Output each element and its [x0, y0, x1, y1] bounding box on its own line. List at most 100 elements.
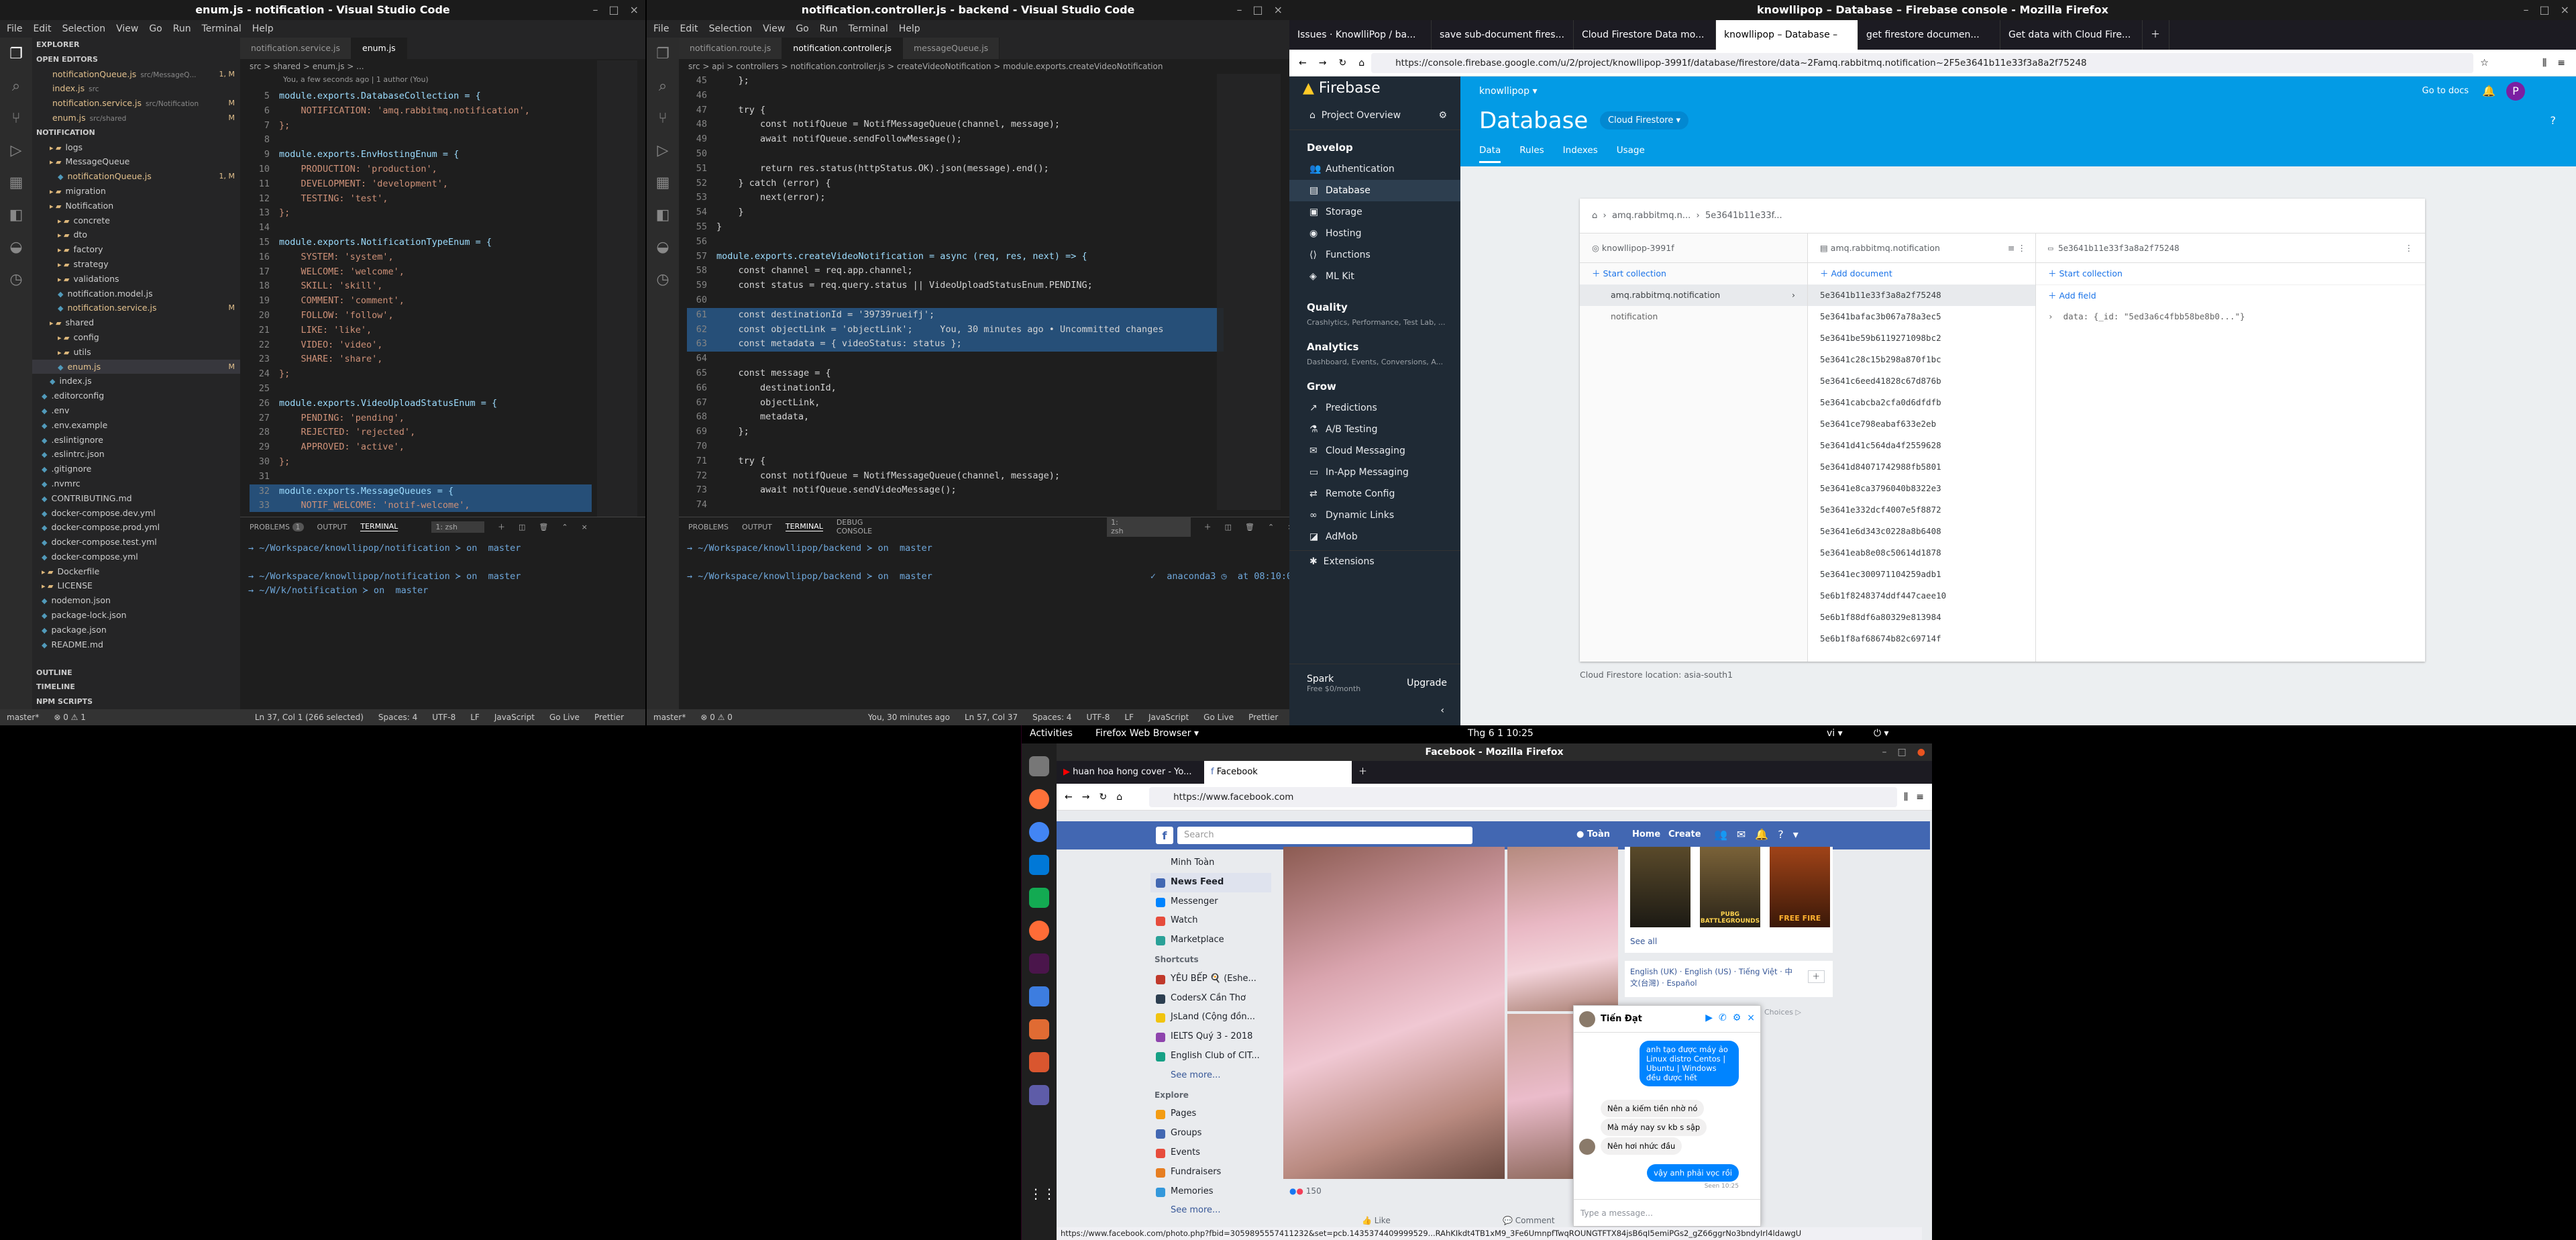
file-tree-item[interactable]: ▸ ▰ utils — [32, 345, 240, 360]
trash-icon[interactable]: 🗑 — [1245, 523, 1254, 531]
terminal-select[interactable]: 1: zsh — [431, 521, 485, 533]
add-terminal-icon[interactable]: ＋ — [498, 521, 505, 532]
open-editor-item[interactable]: notificationQueue.js src/MessageQ... 1, M — [32, 67, 240, 82]
slack-dock-icon[interactable] — [1029, 953, 1049, 974]
file-tree-item[interactable]: ▸ ▰ LICENSE — [32, 578, 240, 593]
app-menu[interactable]: Firefox Web Browser ▾ — [1095, 728, 1199, 739]
home-icon[interactable]: ⌂ — [1592, 211, 1597, 221]
add-terminal-icon[interactable]: ＋ — [1204, 521, 1212, 532]
document-item[interactable]: 5e3641cabcba2cfa0d6dfdfb — [1808, 392, 2035, 413]
language-links[interactable]: English (UK) · English (US) · Tiếng Việt… — [1630, 966, 1798, 989]
menu-help[interactable]: Help — [252, 23, 274, 34]
file-tree-item[interactable]: ▸ ▰ Notification — [32, 199, 240, 213]
left-nav-item[interactable]: Marketplace — [1150, 931, 1271, 950]
document-item[interactable]: 5e3641eab8e08c50614d1878 — [1808, 542, 2035, 564]
menu-terminal[interactable]: Terminal — [849, 23, 888, 34]
game-tile[interactable] — [1630, 847, 1690, 927]
tab-message-queue[interactable]: messageQueue.js — [902, 38, 1000, 59]
nav-project-overview[interactable]: ⌂ Project Overview ⚙ — [1289, 101, 1460, 130]
file-tree-item[interactable]: ◆ enum.js M — [32, 359, 240, 374]
language-indicator[interactable]: vi ▾ — [1827, 728, 1843, 739]
nav-dynamic-links[interactable]: ∞ Dynamic Links — [1289, 505, 1460, 526]
reload-icon[interactable]: ↻ — [1338, 58, 1346, 68]
section-analytics[interactable]: Analytics — [1289, 336, 1460, 358]
window-titlebar[interactable]: knowllipop – Database – Firebase console… — [1289, 0, 2576, 20]
file-tree-item[interactable]: ◆ docker-compose.test.yml — [32, 535, 240, 550]
chrome-dock-icon[interactable] — [1029, 822, 1049, 842]
search-icon[interactable]: ⌕ — [0, 70, 32, 102]
shortcut-item[interactable]: YÊU BẾP 🍳 (Eshe... — [1150, 970, 1271, 989]
collection-item[interactable]: notification — [1580, 306, 1807, 327]
panel-tab-terminal[interactable]: TERMINAL — [785, 522, 823, 531]
file-tree-item[interactable]: ◆ notification.model.js — [32, 287, 240, 301]
remote-icon[interactable]: ◧ — [647, 199, 679, 231]
left-nav-item[interactable]: Watch — [1150, 911, 1271, 931]
filter-icon[interactable]: ≡ ⋮ — [2008, 234, 2026, 263]
avatar[interactable]: P — [2506, 82, 2525, 101]
nav-extensions[interactable]: ✱ Extensions — [1289, 550, 1460, 572]
section-quality[interactable]: Quality — [1289, 297, 1460, 318]
video-call-icon[interactable]: ▶ — [1705, 1013, 1713, 1023]
close-icon[interactable]: × — [1274, 0, 1283, 20]
menu-edit[interactable]: Edit — [680, 23, 698, 34]
npm-scripts-section[interactable]: NPM SCRIPTS — [32, 694, 240, 709]
status-encoding[interactable]: UTF-8 — [432, 713, 455, 722]
expand-arrow-icon[interactable]: › — [2048, 311, 2053, 321]
collapse-sidebar-icon[interactable]: ‹ — [1440, 705, 1444, 716]
path-segment[interactable]: amq.rabbitmq.n... — [1612, 211, 1690, 221]
document-item[interactable]: 5e3641e8ca3796040b8322e3 — [1808, 478, 2035, 499]
menu-help[interactable]: Help — [899, 23, 920, 34]
notifications-icon[interactable]: 🔔 — [1755, 828, 1768, 841]
file-tree-item[interactable]: ◆ docker-compose.dev.yml — [32, 506, 240, 521]
help-icon[interactable]: ? — [2551, 114, 2557, 127]
status-golive[interactable]: Go Live — [549, 713, 580, 722]
document-item[interactable]: 5e3641d84071742988fb5801 — [1808, 456, 2035, 478]
new-tab-button[interactable]: ＋ — [2143, 20, 2169, 50]
breadcrumb[interactable]: src > api > controllers > notification.c… — [679, 59, 1283, 74]
tab-notification-route[interactable]: notification.route.js — [679, 38, 783, 59]
maximize-panel-icon[interactable]: ⌃ — [561, 523, 568, 531]
firefox-dock-icon[interactable] — [1029, 789, 1049, 809]
game-tile-freefire[interactable]: FREE FIRE — [1770, 847, 1830, 927]
see-more-link[interactable]: See more... — [1150, 1201, 1271, 1221]
post-photo-side-top[interactable] — [1507, 847, 1618, 1011]
document-field[interactable]: › data: {_id: "5ed3a6c4fbb58be8b0..."} — [2036, 306, 2425, 327]
file-tree-item[interactable]: ▸ ▰ MessageQueue — [32, 154, 240, 169]
menu-selection[interactable]: Selection — [709, 23, 753, 34]
browser-tab[interactable]: Issues · KnowlliPop / ba... — [1289, 20, 1432, 50]
status-indent[interactable]: Spaces: 4 — [1032, 713, 1071, 722]
file-tree-item[interactable]: ▸ ▰ migration — [32, 184, 240, 199]
help-icon[interactable]: ? — [1778, 828, 1784, 841]
left-nav-profile[interactable]: Minh Toàn — [1150, 854, 1271, 873]
menu-go[interactable]: Go — [149, 23, 162, 34]
section-grow[interactable]: Grow — [1289, 376, 1460, 397]
status-cursor[interactable]: Ln 57, Col 37 — [965, 713, 1018, 722]
source-control-icon[interactable]: ⑂ — [647, 102, 679, 134]
file-tree-item[interactable]: ◆ README.md — [32, 637, 240, 652]
home-icon[interactable]: ⌂ — [1358, 58, 1364, 68]
browser-tab[interactable]: Cloud Firestore Data mo... — [1574, 20, 1716, 50]
settings-gear-icon[interactable]: ⚙ — [1733, 1013, 1741, 1023]
tab-notification-service[interactable]: notification.service.js — [240, 38, 352, 59]
post-photo-main[interactable] — [1283, 847, 1505, 1179]
dock-app-icon[interactable] — [1029, 756, 1049, 776]
app-dock-icon[interactable] — [1029, 1085, 1049, 1105]
status-eol[interactable]: LF — [1124, 713, 1134, 722]
menu-view[interactable]: View — [116, 23, 138, 34]
nav-functions[interactable]: ⟨⟩ Functions — [1289, 244, 1460, 266]
maximize-icon[interactable]: □ — [1252, 0, 1263, 20]
window-titlebar[interactable]: Facebook - Mozilla Firefox – □ ● — [1057, 743, 1932, 761]
browser-tab[interactable]: ▶ huan hoa hong cover - Yo... — [1057, 761, 1204, 784]
file-tree-item[interactable]: ▸ ▰ config — [32, 330, 240, 345]
file-tree-item[interactable]: ◆ package.json — [32, 623, 240, 637]
remote-icon[interactable]: ◧ — [0, 199, 32, 231]
new-tab-button[interactable]: ＋ — [1352, 761, 1367, 784]
git-blame-codelens[interactable]: You, a few seconds ago | 1 author (You) — [283, 75, 429, 84]
url-bar[interactable]: https://www.facebook.com — [1149, 786, 1897, 807]
file-tree-item[interactable]: ◆ docker-compose.yml — [32, 550, 240, 564]
explore-item[interactable]: Events — [1150, 1143, 1271, 1163]
firebase-brand[interactable]: ▲ Firebase — [1289, 76, 1460, 101]
nav-in-app-messaging[interactable]: ▭ In-App Messaging — [1289, 462, 1460, 483]
shortcut-item[interactable]: IELTS Quý 3 - 2018 — [1150, 1027, 1271, 1047]
bookmark-star-icon[interactable]: ☆ — [2480, 58, 2489, 68]
